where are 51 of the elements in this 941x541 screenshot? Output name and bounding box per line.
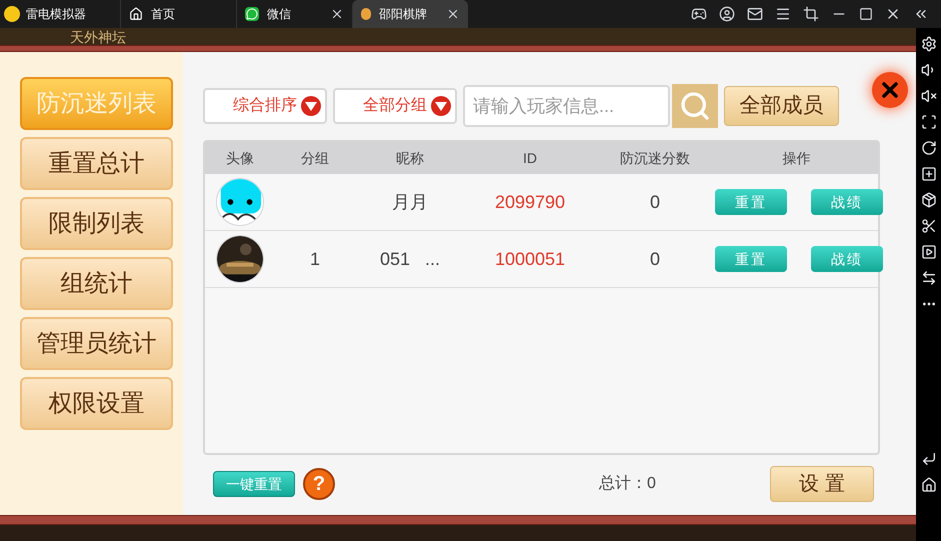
- dropdown-button[interactable]: 综合排序: [203, 88, 327, 124]
- menu-button[interactable]: 限制列表: [20, 197, 173, 250]
- app-icon: [361, 8, 371, 20]
- add-window-icon[interactable]: [920, 166, 936, 182]
- home-icon: [129, 7, 143, 21]
- table-cell-text: 2099790: [494, 191, 566, 214]
- column-header: ID: [522, 149, 538, 168]
- column-header: 操作: [782, 149, 812, 168]
- table-cell-text: 0: [648, 248, 661, 271]
- home-icon[interactable]: [920, 477, 936, 493]
- all-members-button[interactable]: 全部成员: [724, 86, 839, 126]
- menu-button[interactable]: 管理员统计: [20, 317, 173, 370]
- play-icon[interactable]: [920, 244, 936, 260]
- mail-icon[interactable]: [747, 6, 763, 22]
- menu-button[interactable]: 重置总计: [20, 137, 173, 190]
- app-name: 雷电模拟器: [26, 6, 86, 22]
- swap-icon[interactable]: [920, 270, 936, 286]
- dropdown-button[interactable]: 全部分组: [333, 88, 457, 124]
- volume-down-icon[interactable]: [920, 88, 936, 104]
- user-icon[interactable]: [719, 6, 735, 22]
- menu-button[interactable]: 组统计: [20, 257, 173, 310]
- table-cell-text: 1: [308, 248, 321, 271]
- table-cell-text: 051 ...: [378, 248, 442, 271]
- search-icon: [679, 90, 711, 122]
- table-cell-text: 0: [648, 191, 661, 214]
- logo-icon: [4, 6, 20, 22]
- table-cell-text: 1000051: [494, 248, 566, 271]
- table-cell-text: 月月: [391, 191, 429, 214]
- rotate-icon[interactable]: [920, 140, 936, 156]
- chat-icon: [245, 7, 259, 21]
- close-icon[interactable]: [446, 7, 460, 21]
- settings-icon[interactable]: [920, 36, 936, 52]
- fullscreen-icon[interactable]: [920, 114, 936, 130]
- column-header: 分组: [300, 149, 330, 168]
- crop-icon[interactable]: [803, 6, 819, 22]
- gamepad-icon[interactable]: [691, 6, 707, 22]
- browser-tab[interactable]: 邵阳棋牌: [352, 0, 468, 28]
- menu-button[interactable]: 权限设置: [20, 377, 173, 430]
- settings-button[interactable]: 设 置: [770, 466, 874, 502]
- total-count: 总计：0: [599, 474, 656, 494]
- column-header: 昵称: [395, 149, 425, 168]
- search-field[interactable]: 请输入玩家信息...: [463, 85, 670, 127]
- column-header: 防沉迷分数: [619, 149, 691, 168]
- close-icon[interactable]: [330, 7, 344, 21]
- scissors-icon[interactable]: [920, 218, 936, 234]
- column-header: 头像: [225, 149, 255, 168]
- menu-icon[interactable]: [775, 6, 791, 22]
- background-title: 天外神坛: [70, 30, 126, 44]
- maximize-icon[interactable]: [859, 7, 873, 21]
- back-icon[interactable]: [920, 451, 936, 467]
- package-icon[interactable]: [920, 192, 936, 208]
